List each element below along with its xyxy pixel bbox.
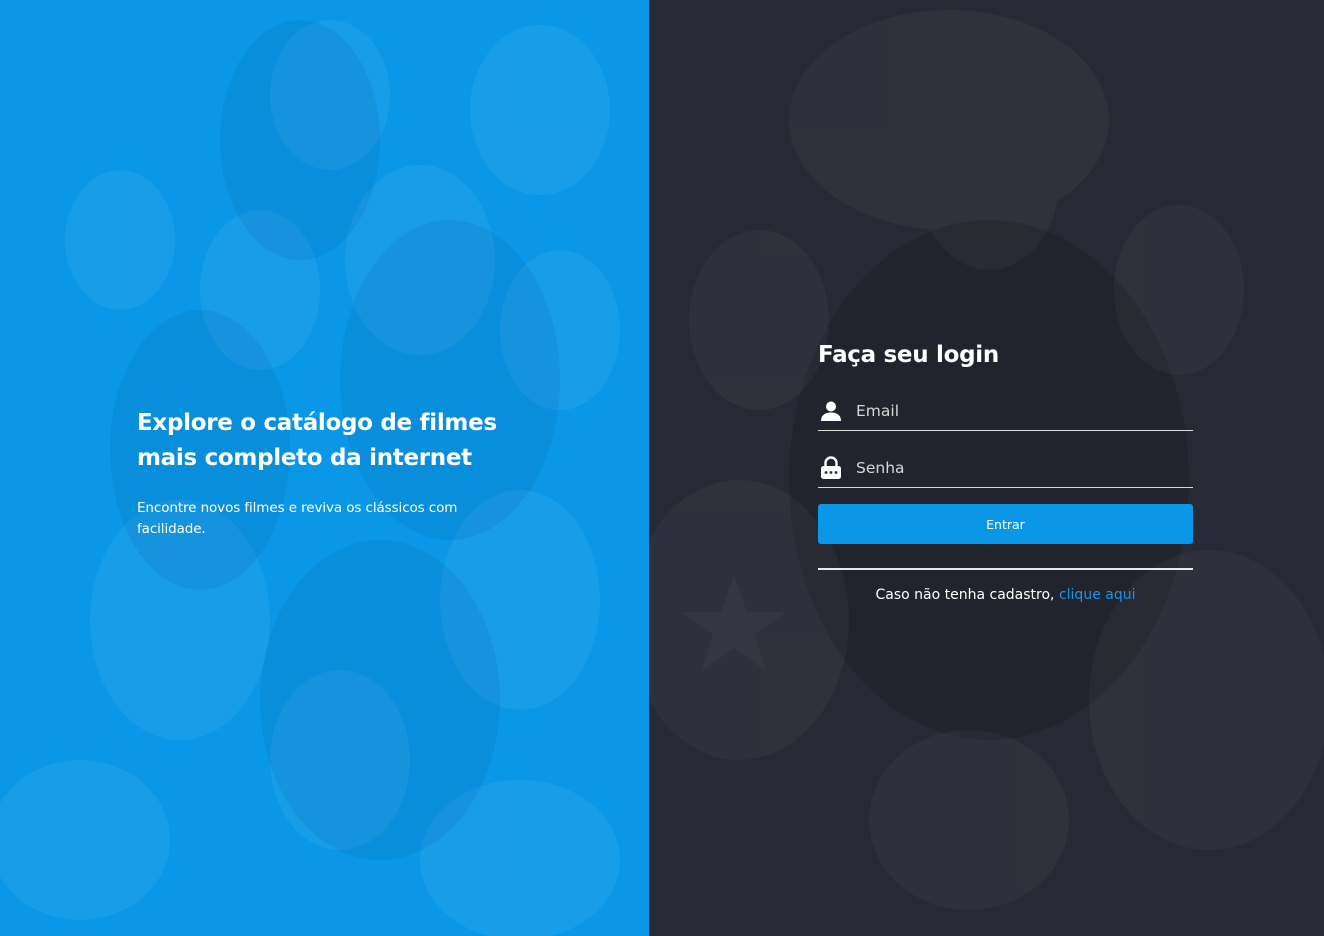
user-icon [820, 398, 846, 424]
email-input[interactable] [846, 396, 1193, 426]
hero-title-line1: Explore o catálogo de filmes [137, 410, 497, 436]
lock-icon [820, 455, 846, 481]
star-emblem-icon [682, 575, 786, 671]
email-field-group [818, 392, 1193, 431]
hero-content: Explore o catálogo de filmes mais comple… [137, 406, 517, 540]
form-divider [818, 568, 1193, 570]
hero-subtitle: Encontre novos filmes e reviva os clássi… [137, 500, 458, 537]
password-field-group [818, 449, 1193, 488]
password-input[interactable] [846, 453, 1193, 483]
login-title: Faça seu login [818, 342, 999, 368]
hero-title: Explore o catálogo de filmes mais comple… [137, 406, 517, 476]
login-form: Faça seu login Email Entrar Caso não ten… [818, 338, 1193, 617]
hero-panel: Explore o catálogo de filmes mais comple… [0, 0, 649, 936]
login-submit-button[interactable]: Entrar [818, 504, 1193, 544]
login-page: Explore o catálogo de filmes mais comple… [0, 0, 1324, 936]
signup-prompt: Caso não tenha cadastro, clique aqui [818, 587, 1193, 603]
signup-text: Caso não tenha cadastro, [875, 587, 1055, 603]
login-panel: Faça seu login Email Entrar Caso não ten… [649, 0, 1324, 936]
signup-link[interactable]: clique aqui [1059, 587, 1136, 603]
hero-title-line2: mais completo da internet [137, 445, 472, 471]
